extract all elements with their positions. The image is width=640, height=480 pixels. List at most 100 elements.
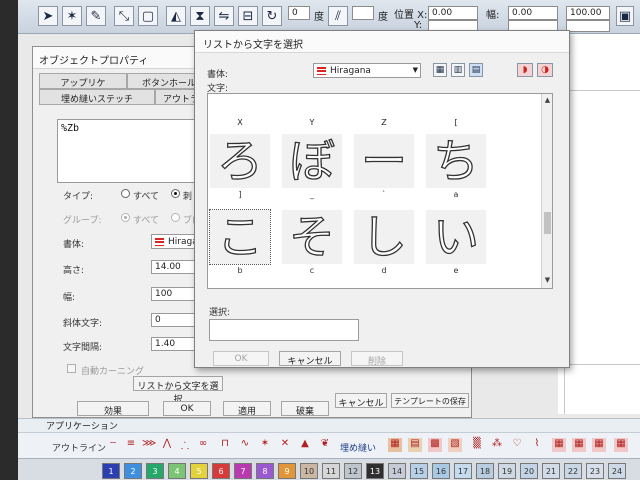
fill-pattern-icon[interactable]: ▩ [428, 438, 442, 452]
scale-percent-field[interactable]: 100.00 [566, 6, 610, 20]
character-grid[interactable]: X Y Z [ ろ ] ぼ _ ー ` ち a こ b そ c し d い e … [207, 93, 553, 289]
color-swatch[interactable]: 12 [344, 463, 362, 479]
leaf-icon[interactable]: ◗ [517, 63, 533, 77]
color-swatch[interactable]: 24 [608, 463, 626, 479]
design-canvas[interactable] [558, 34, 640, 414]
ok-button[interactable]: OK [213, 351, 269, 366]
star-stitch-icon[interactable]: ✶ [258, 438, 272, 452]
flip-icon[interactable]: ⇋ [214, 6, 234, 26]
char-cell[interactable]: ろ ] [208, 134, 272, 202]
cross-stitch-icon[interactable]: ✕ [278, 438, 292, 452]
chevron-down-icon[interactable]: ▼ [413, 66, 418, 74]
width-field[interactable]: 0.00 [508, 6, 558, 20]
color-swatch[interactable]: 6 [212, 463, 230, 479]
motif-stitch-icon[interactable]: ⸫ [178, 438, 192, 452]
triangle-stitch-icon[interactable]: ▲ [298, 438, 312, 452]
triple-stitch-icon[interactable]: ≡ [124, 438, 138, 452]
color-swatch[interactable]: 8 [256, 463, 274, 479]
mirror-vertical-icon[interactable]: ⧗ [190, 6, 210, 26]
selection-field[interactable] [209, 319, 359, 341]
wave-stitch-icon[interactable]: ∿ [238, 438, 252, 452]
blanket-stitch-icon[interactable]: ⊓ [218, 438, 232, 452]
char-cell[interactable]: こ b [208, 209, 272, 278]
char-cell[interactable]: い e [424, 210, 488, 278]
color-swatch[interactable]: 9 [278, 463, 296, 479]
color-swatch[interactable]: 7 [234, 463, 252, 479]
scrollbar-thumb[interactable] [544, 212, 551, 234]
color-swatch[interactable]: 11 [322, 463, 340, 479]
color-swatch[interactable]: 10 [300, 463, 318, 479]
small-grid-view-icon[interactable]: ▤ [469, 63, 483, 77]
text-input[interactable]: %Zb [57, 119, 207, 183]
fill-pattern-icon[interactable]: ▦ [614, 438, 628, 452]
effects-button[interactable]: 効果 [77, 401, 149, 417]
fill-pattern-icon[interactable]: ▤ [408, 438, 422, 452]
color-swatch[interactable]: 3 [146, 463, 164, 479]
color-swatch[interactable]: 16 [432, 463, 450, 479]
char-cell[interactable]: ー ` [352, 134, 416, 202]
fill-pattern-icon[interactable]: ▦ [388, 438, 402, 452]
apply-button[interactable]: 適用 [223, 401, 271, 417]
type-embroidery-radio[interactable] [171, 189, 180, 198]
resize-icon[interactable]: ⤡ [114, 6, 134, 26]
select-arrow-icon[interactable]: ➤ [38, 6, 58, 26]
medium-grid-view-icon[interactable]: ▥ [451, 63, 465, 77]
color-swatch[interactable]: 20 [520, 463, 538, 479]
scroll-up-icon[interactable]: ▲ [542, 96, 552, 106]
auto-kerning-checkbox[interactable] [67, 364, 76, 373]
discard-button[interactable]: 破棄 [281, 401, 329, 417]
fill-pattern-icon[interactable]: ▦ [572, 438, 586, 452]
fill-pattern-icon[interactable]: ▦ [592, 438, 606, 452]
zigzag-stitch-icon[interactable]: ⋀ [160, 438, 174, 452]
color-swatch[interactable]: 23 [586, 463, 604, 479]
ok-button[interactable]: OK [163, 401, 211, 416]
color-swatch[interactable]: 15 [410, 463, 428, 479]
char-cell[interactable]: ぼ _ [280, 134, 344, 202]
position-x-field[interactable]: 0.00 [428, 6, 478, 20]
color-swatch[interactable]: 19 [498, 463, 516, 479]
select-from-list-button[interactable]: リストから文字を選択 [133, 376, 223, 405]
mirror-horizontal-icon[interactable]: ◭ [166, 6, 186, 26]
color-swatch[interactable]: 2 [124, 463, 142, 479]
point-edit-icon[interactable]: ✎ [86, 6, 106, 26]
frame-icon[interactable]: ▢ [138, 6, 158, 26]
scale-percent-field-2[interactable] [566, 20, 610, 32]
color-swatch[interactable]: 14 [388, 463, 406, 479]
cancel-button[interactable]: キャンセル [279, 351, 341, 367]
fill-pattern-icon[interactable]: ⁂ [490, 438, 504, 452]
satin-stitch-icon[interactable]: ⋙ [142, 438, 156, 452]
leaf-outline-icon[interactable]: ◑ [537, 63, 553, 77]
vertical-scrollbar[interactable]: ▲ ▼ [541, 94, 552, 288]
color-swatch[interactable]: 5 [190, 463, 208, 479]
char-cell[interactable]: し d [352, 210, 416, 278]
char-cell[interactable]: そ c [280, 210, 344, 278]
color-swatch[interactable]: 4 [168, 463, 186, 479]
tab-fill-stitch[interactable]: 埋め縫いステッチ [39, 89, 155, 105]
color-swatch[interactable]: 22 [564, 463, 582, 479]
color-swatch[interactable]: 1 [102, 463, 120, 479]
rotate-icon[interactable]: ↻ [262, 6, 282, 26]
color-swatch[interactable]: 17 [454, 463, 472, 479]
color-swatch[interactable]: 13 [366, 463, 384, 479]
fill-pattern-icon[interactable]: ▒ [470, 438, 484, 452]
tab-applique[interactable]: アップリケ [39, 73, 127, 89]
save-template-button[interactable]: テンプレートの保存 [391, 393, 469, 408]
leaf-stitch-icon[interactable]: ❦ [318, 438, 332, 452]
type-all-radio[interactable] [121, 189, 130, 198]
delete-button[interactable]: 削除 [351, 351, 403, 367]
cancel-button[interactable]: キャンセル [335, 393, 387, 409]
lock-icon[interactable]: ▣ [616, 6, 634, 26]
color-swatch[interactable]: 21 [542, 463, 560, 479]
chain-stitch-icon[interactable]: ∞ [196, 438, 210, 452]
running-stitch-icon[interactable]: ┄ [106, 438, 120, 452]
font-select[interactable]: Hiragana ▼ [313, 63, 421, 78]
char-cell[interactable]: ち a [424, 134, 488, 202]
skew-icon[interactable]: ⫽ [328, 6, 348, 26]
fill-pattern-icon[interactable]: ⌇ [530, 438, 544, 452]
scroll-down-icon[interactable]: ▼ [542, 276, 552, 286]
fill-pattern-icon[interactable]: ▧ [448, 438, 462, 452]
skew-angle-field[interactable] [352, 6, 374, 20]
align-icon[interactable]: ⊟ [238, 6, 258, 26]
fill-pattern-icon[interactable]: ▦ [552, 438, 566, 452]
color-swatch[interactable]: 18 [476, 463, 494, 479]
